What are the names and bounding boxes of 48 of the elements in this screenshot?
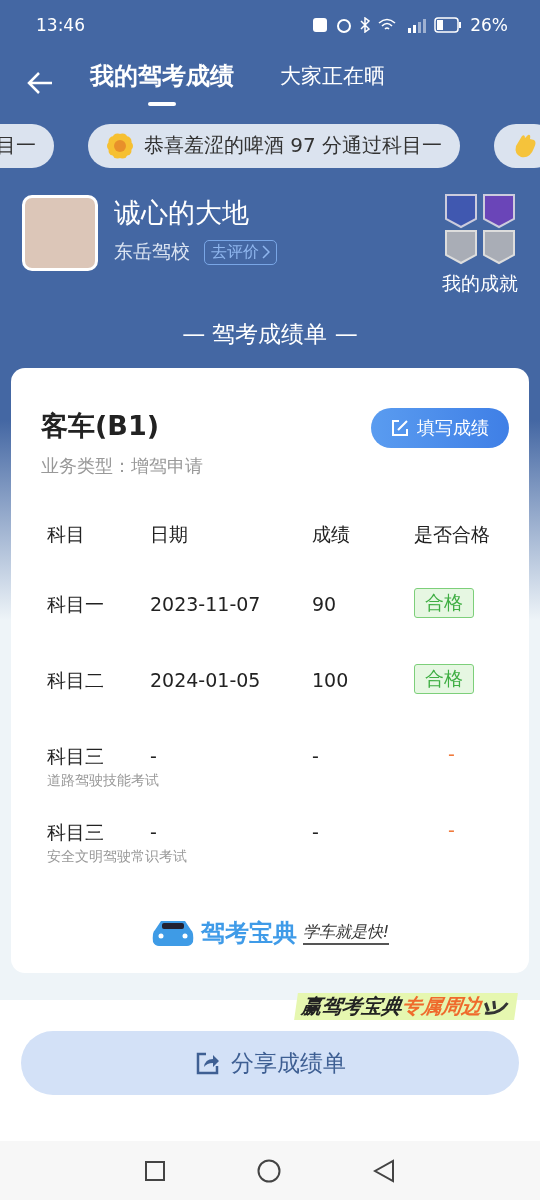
subject-note: 道路驾驶技能考试 [47, 772, 159, 790]
column-header: 科目 [46, 522, 86, 547]
bluetooth-icon [360, 16, 371, 33]
brand-name: 驾考宝典 [200, 918, 297, 950]
tab[interactable]: 我的驾考成绩 [90, 60, 234, 107]
share-icon [194, 1050, 221, 1077]
achievements-label[interactable]: 我的成就 [442, 271, 518, 297]
recent-apps-button[interactable] [145, 1160, 165, 1181]
user-name: 诚心的大地 [114, 196, 250, 230]
pass-tag: 合格 [414, 588, 474, 618]
share-button[interactable]: 分享成绩单 [21, 1031, 519, 1096]
back-nav-button[interactable] [373, 1158, 395, 1183]
flower-icon [106, 131, 134, 160]
subject-cell-text: 科目三 [47, 744, 105, 768]
edit-icon [391, 419, 409, 437]
subject-cell-text: 科目三 [47, 820, 105, 844]
fill-score-button[interactable]: 填写成绩 [371, 408, 509, 448]
battery-icon [434, 16, 463, 33]
home-button[interactable] [257, 1158, 281, 1183]
score-cell-text: 100 [312, 668, 350, 692]
date-cell-text: 2024-01-05 [150, 668, 262, 692]
score-cell-text: 90 [312, 592, 338, 616]
congrats-text: 恭喜羞涩的啤酒 97 分通过科目一 [144, 132, 443, 160]
school-name: 东岳驾校 [114, 239, 190, 264]
status-time: 13:46 [36, 14, 85, 35]
pass-tag: 合格 [414, 664, 474, 694]
subject-cell-text: 科目一 [47, 592, 105, 616]
result-dash: - [447, 744, 456, 764]
score-cell-text: - [312, 820, 320, 844]
result-dash: - [447, 820, 456, 840]
battery-percent: 26% [470, 14, 508, 35]
subject-cell-text: 科目二 [47, 668, 105, 692]
wifi-icon [378, 17, 397, 32]
chevron-icon [262, 245, 270, 259]
section-title: — 驾考成绩单 — [182, 320, 358, 349]
tab[interactable]: 大家正在晒 [280, 62, 385, 105]
score-cell-text: - [312, 744, 320, 768]
column-header: 是否合格 [413, 522, 491, 547]
subject-note: 安全文明驾驶常识考试 [47, 848, 187, 866]
date-cell-text: - [150, 744, 158, 768]
car-icon [150, 918, 195, 949]
brand-slogan: 学车就是快! [302, 921, 390, 945]
date-cell-text: 2023-11-07 [150, 592, 262, 616]
date-cell-text: - [150, 820, 158, 844]
column-header: 日期 [149, 522, 189, 547]
business-type: 业务类型：增驾申请 [41, 454, 203, 478]
vehicle-class: 客车(B1) [41, 409, 161, 443]
column-header: 成绩 [311, 522, 351, 547]
